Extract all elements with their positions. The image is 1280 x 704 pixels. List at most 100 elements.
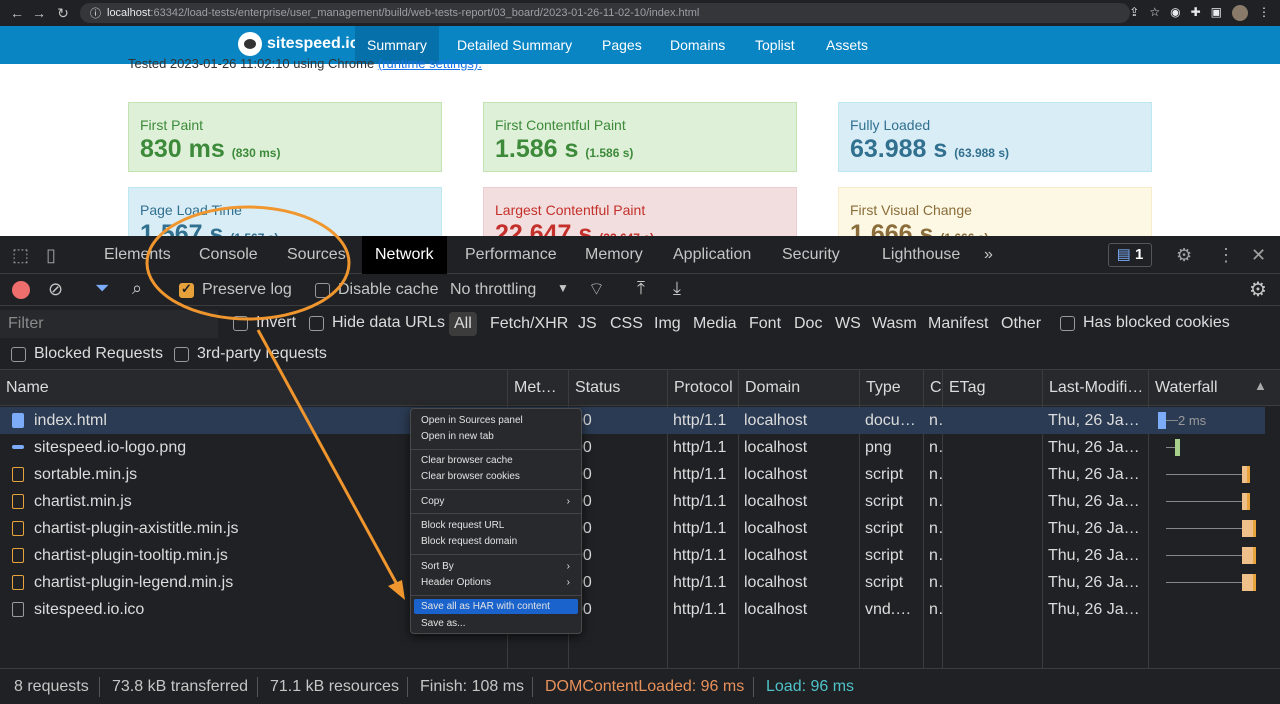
col-method[interactable]: Met… <box>507 370 568 406</box>
filter-input[interactable]: Filter <box>0 310 218 338</box>
blocked-requests-checkbox[interactable] <box>11 347 26 362</box>
network-settings-icon[interactable]: ⚙ <box>1249 277 1267 302</box>
issues-count: 1 <box>1135 246 1144 263</box>
nav-domains[interactable]: Domains <box>658 26 737 64</box>
issues-badge[interactable]: ▤ 1 <box>1108 243 1152 267</box>
col-last-modified[interactable]: Last-Modifi… <box>1042 370 1148 406</box>
filter-bar: Filter Invert Hide data URLs All Fetch/X… <box>0 306 1280 370</box>
col-name[interactable]: Name <box>0 370 507 406</box>
waterfall-bar <box>1242 547 1256 564</box>
bookmark-star-icon[interactable]: ☆ <box>1149 5 1160 21</box>
tab-application[interactable]: Application <box>663 236 761 274</box>
table-row[interactable]: sitespeed.io.ico 00 http/1.1 localhost v… <box>0 596 1265 623</box>
device-toolbar-icon[interactable]: ▯ <box>46 245 56 266</box>
reload-icon[interactable]: ↻ <box>52 5 74 22</box>
table-row[interactable]: chartist-plugin-legend.min.js 00 http/1.… <box>0 569 1265 596</box>
tab-console[interactable]: Console <box>189 236 268 274</box>
menu-item-copy[interactable]: Copy › <box>414 494 578 509</box>
export-har-icon[interactable]: ⤓ <box>673 278 681 299</box>
col-c[interactable]: C <box>923 370 942 406</box>
type-filter-fetch[interactable]: Fetch/XHR <box>485 312 573 336</box>
table-row[interactable]: chartist.min.js 00 http/1.1 localhost sc… <box>0 488 1265 515</box>
table-row[interactable]: index.html 00 http/1.1 localhost docu… n… <box>0 407 1265 434</box>
hide-data-urls-label: Hide data URLs <box>332 314 445 331</box>
runtime-settings-link[interactable]: (runtime settings). <box>378 56 482 71</box>
search-icon[interactable]: ⌕ <box>132 278 142 299</box>
menu-item-save-har[interactable]: Save all as HAR with content <box>414 599 578 614</box>
import-har-icon[interactable]: ⤒ <box>637 278 645 299</box>
site-info-icon[interactable]: ⓘ <box>90 5 101 21</box>
menu-item-open-in-sources[interactable]: Open in Sources panel <box>414 413 578 428</box>
tab-lighthouse[interactable]: Lighthouse <box>872 236 970 274</box>
disable-cache-checkbox[interactable] <box>315 283 330 298</box>
throttling-select[interactable]: No throttling <box>450 281 536 299</box>
menu-item-clear-cookies[interactable]: Clear browser cookies <box>414 469 578 484</box>
forward-icon[interactable]: → <box>28 5 50 21</box>
type-filter-js[interactable]: JS <box>573 312 602 336</box>
network-conditions-icon[interactable]: ⌔ <box>588 278 605 301</box>
site-logo[interactable]: sitespeed.io <box>238 32 359 56</box>
col-type[interactable]: Type <box>859 370 923 406</box>
request-last-modified: Thu, 26 Ja… <box>1048 466 1140 483</box>
tab-elements[interactable]: Elements <box>94 236 181 274</box>
type-filter-img[interactable]: Img <box>649 312 686 336</box>
table-row[interactable]: chartist-plugin-axistitle.min.js 00 http… <box>0 515 1265 542</box>
record-button[interactable] <box>12 281 30 299</box>
settings-gear-icon[interactable]: ⚙ <box>1176 245 1192 266</box>
has-blocked-cookies-checkbox[interactable] <box>1060 316 1075 331</box>
extension-icon[interactable]: ◉ <box>1170 5 1180 21</box>
nav-assets[interactable]: Assets <box>814 26 880 64</box>
close-icon[interactable]: ✕ <box>1251 245 1266 266</box>
menu-item-block-url[interactable]: Block request URL <box>414 518 578 533</box>
col-protocol[interactable]: Protocol <box>667 370 738 406</box>
tab-sources[interactable]: Sources <box>277 236 356 274</box>
more-tabs-icon[interactable]: » <box>974 236 1003 274</box>
menu-item-clear-cache[interactable]: Clear browser cache <box>414 453 578 468</box>
dom-content-loaded-time: DOMContentLoaded: 96 ms <box>545 678 745 695</box>
col-status[interactable]: Status <box>568 370 667 406</box>
menu-item-header-options[interactable]: Header Options › <box>414 575 578 590</box>
type-filter-css[interactable]: CSS <box>605 312 648 336</box>
avatar[interactable] <box>1232 5 1248 21</box>
kebab-menu-icon[interactable]: ⋮ <box>1217 245 1235 266</box>
request-type: script <box>865 493 904 510</box>
type-filter-media[interactable]: Media <box>688 312 742 336</box>
table-row[interactable]: sortable.min.js 00 http/1.1 localhost sc… <box>0 461 1265 488</box>
menu-item-block-domain[interactable]: Block request domain <box>414 534 578 549</box>
sidepanel-icon[interactable]: ▣ <box>1211 5 1222 21</box>
requests-table-header: Name Met… Status Protocol Domain Type C … <box>0 370 1280 406</box>
nav-pages[interactable]: Pages <box>590 26 654 64</box>
invert-checkbox[interactable] <box>233 316 248 331</box>
col-etag[interactable]: ETag <box>942 370 1042 406</box>
extension-puzzle-icon[interactable]: ✚ <box>1191 5 1201 21</box>
tab-security[interactable]: Security <box>772 236 850 274</box>
type-filter-all[interactable]: All <box>449 312 477 336</box>
tab-network[interactable]: Network <box>362 236 447 274</box>
type-filter-doc[interactable]: Doc <box>789 312 827 336</box>
menu-item-sort-by[interactable]: Sort By › <box>414 559 578 574</box>
type-filter-manifest[interactable]: Manifest <box>923 312 993 336</box>
address-bar[interactable]: ⓘ localhost :63342/load-tests/enterprise… <box>80 3 1130 23</box>
menu-item-save-as[interactable]: Save as... <box>414 616 578 631</box>
col-domain[interactable]: Domain <box>738 370 859 406</box>
tab-performance[interactable]: Performance <box>455 236 567 274</box>
table-row[interactable]: chartist-plugin-tooltip.min.js 00 http/1… <box>0 542 1265 569</box>
table-row[interactable]: sitespeed.io-logo.png 00 http/1.1 localh… <box>0 434 1265 461</box>
waterfall-bar <box>1242 493 1250 510</box>
filter-icon[interactable]: ⏷ <box>95 278 109 299</box>
type-filter-font[interactable]: Font <box>744 312 786 336</box>
type-filter-ws[interactable]: WS <box>830 312 866 336</box>
type-filter-other[interactable]: Other <box>996 312 1046 336</box>
hide-data-urls-checkbox[interactable] <box>309 316 324 331</box>
share-icon[interactable]: ⇪ <box>1129 5 1139 21</box>
clear-icon[interactable]: ⊘ <box>48 279 63 300</box>
preserve-log-checkbox[interactable] <box>179 281 194 298</box>
type-filter-wasm[interactable]: Wasm <box>867 312 922 336</box>
menu-item-open-new-tab[interactable]: Open in new tab <box>414 429 578 444</box>
nav-toplist[interactable]: Toplist <box>743 26 807 64</box>
third-party-checkbox[interactable] <box>174 347 189 362</box>
back-icon[interactable]: ← <box>6 5 28 21</box>
menu-icon[interactable]: ⋮ <box>1258 5 1270 21</box>
tab-memory[interactable]: Memory <box>575 236 653 274</box>
inspect-element-icon[interactable]: ⬚ <box>12 245 29 266</box>
